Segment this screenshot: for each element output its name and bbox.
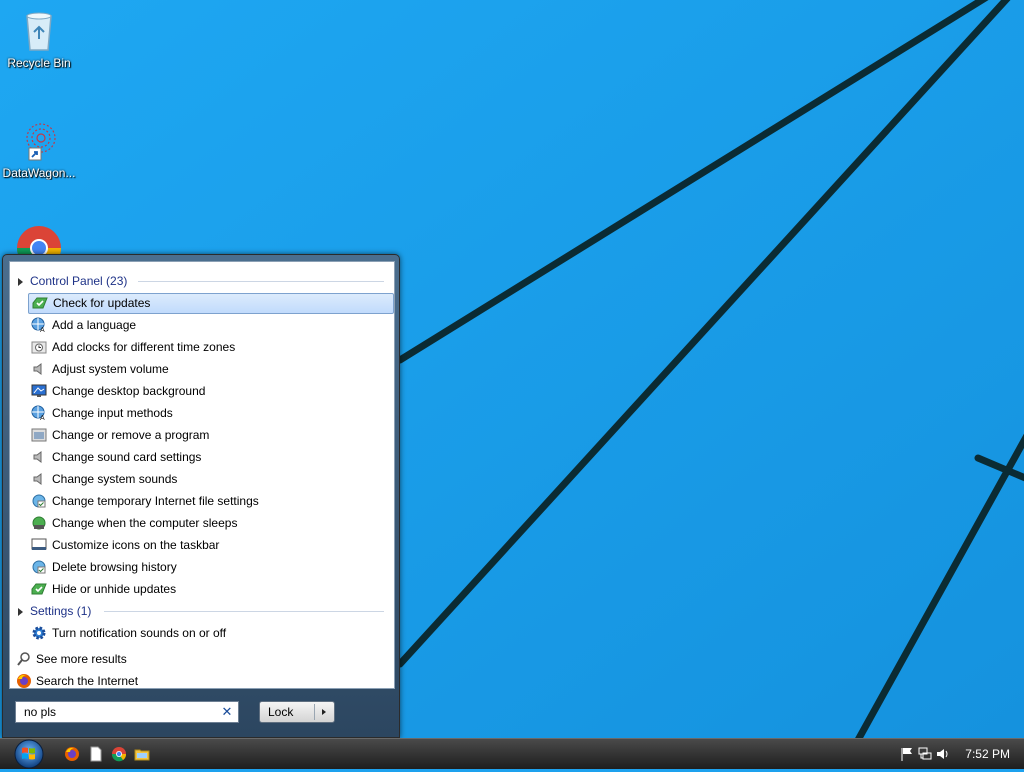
svg-text:A: A bbox=[40, 415, 45, 421]
result-change-or-remove-program[interactable]: Change or remove a program bbox=[28, 425, 392, 446]
notepad-icon[interactable] bbox=[88, 746, 104, 762]
result-check-for-updates[interactable]: Check for updates bbox=[28, 293, 394, 314]
see-more-label: See more results bbox=[36, 652, 127, 666]
result-notification-sounds[interactable]: Turn notification sounds on or off bbox=[28, 623, 392, 644]
action-center-flag-icon[interactable] bbox=[900, 747, 914, 761]
result-delete-browsing-history[interactable]: Delete browsing history bbox=[28, 557, 392, 578]
svg-text:A: A bbox=[40, 327, 45, 333]
start-menu: Control Panel (23) Check for updates A A… bbox=[2, 254, 400, 738]
lock-button[interactable]: Lock bbox=[259, 701, 335, 723]
speaker-icon bbox=[31, 471, 47, 487]
start-menu-bottom-bar: ✕ Lock bbox=[9, 691, 393, 735]
result-change-temp-internet-files[interactable]: Change temporary Internet file settings bbox=[28, 491, 392, 512]
explorer-icon[interactable] bbox=[134, 746, 150, 762]
result-label: Add a language bbox=[52, 318, 137, 332]
taskbar: 7:52 PM bbox=[0, 738, 1024, 769]
group-header-control-panel[interactable]: Control Panel (23) bbox=[18, 272, 388, 290]
desktop-icon-label: Recycle Bin bbox=[7, 56, 71, 70]
taskbar-clock[interactable]: 7:52 PM bbox=[965, 739, 1010, 769]
monitor-icon bbox=[31, 383, 47, 399]
result-change-desktop-background[interactable]: Change desktop background bbox=[28, 381, 392, 402]
result-adjust-volume[interactable]: Adjust system volume bbox=[28, 359, 392, 380]
firefox-icon[interactable] bbox=[64, 746, 80, 762]
result-label: Change desktop background bbox=[52, 384, 206, 398]
desktop-icon-label: DataWagon... bbox=[2, 166, 76, 180]
windows-orb-icon bbox=[14, 739, 44, 769]
windows-update-icon bbox=[31, 581, 47, 597]
language-globe-icon: A bbox=[31, 317, 47, 334]
network-icon[interactable] bbox=[918, 747, 932, 761]
divider bbox=[138, 281, 384, 282]
datawagon-desktop-icon[interactable]: DataWagon... bbox=[1, 116, 77, 180]
result-label: Adjust system volume bbox=[52, 362, 169, 376]
internet-options-icon bbox=[31, 559, 47, 575]
result-label: Change system sounds bbox=[52, 472, 178, 486]
programs-icon bbox=[31, 427, 47, 443]
taskbar-icon bbox=[31, 537, 47, 553]
speaker-icon bbox=[31, 449, 47, 465]
result-change-sleep[interactable]: Change when the computer sleeps bbox=[28, 513, 392, 534]
divider bbox=[104, 611, 384, 612]
result-customize-taskbar-icons[interactable]: Customize icons on the taskbar bbox=[28, 535, 392, 556]
result-label: Change sound card settings bbox=[52, 450, 202, 464]
group-header-settings[interactable]: Settings (1) bbox=[18, 602, 388, 620]
expand-arrow-icon bbox=[18, 277, 23, 286]
internet-options-icon bbox=[31, 493, 47, 509]
recycle-bin-desktop-icon[interactable]: Recycle Bin bbox=[1, 6, 77, 70]
result-change-sound-card[interactable]: Change sound card settings bbox=[28, 447, 392, 468]
result-change-system-sounds[interactable]: Change system sounds bbox=[28, 469, 392, 490]
see-more-results-link[interactable]: See more results bbox=[14, 649, 127, 669]
language-globe-icon: A bbox=[31, 405, 47, 422]
result-label: Change temporary Internet file settings bbox=[52, 494, 259, 508]
result-label: Delete browsing history bbox=[52, 560, 177, 574]
chrome-icon[interactable] bbox=[111, 746, 127, 762]
result-label: Change or remove a program bbox=[52, 428, 210, 442]
firefox-icon bbox=[16, 673, 32, 689]
clear-search-icon[interactable]: ✕ bbox=[220, 704, 234, 720]
search-icon bbox=[16, 651, 32, 667]
result-hide-unhide-updates[interactable]: Hide or unhide updates bbox=[28, 579, 392, 600]
search-input[interactable] bbox=[16, 702, 224, 722]
result-change-input-methods[interactable]: A Change input methods bbox=[28, 403, 392, 424]
result-add-clocks[interactable]: Add clocks for different time zones bbox=[28, 337, 392, 358]
result-label: Turn notification sounds on or off bbox=[52, 626, 227, 640]
windows-update-icon bbox=[32, 295, 48, 311]
result-label: Add clocks for different time zones bbox=[52, 340, 236, 354]
search-results-pane: Control Panel (23) Check for updates A A… bbox=[9, 261, 395, 689]
search-box: ✕ bbox=[15, 701, 239, 723]
search-the-internet-link[interactable]: Search the Internet bbox=[14, 671, 138, 691]
power-options-arrow-icon[interactable] bbox=[322, 709, 326, 715]
start-button[interactable] bbox=[8, 739, 50, 769]
expand-arrow-icon bbox=[18, 607, 23, 616]
datawagon-shortcut-icon bbox=[15, 116, 63, 164]
search-internet-label: Search the Internet bbox=[36, 674, 139, 688]
group-header-label: Control Panel (23) bbox=[30, 274, 128, 288]
result-label: Check for updates bbox=[53, 296, 151, 310]
result-label: Customize icons on the taskbar bbox=[52, 538, 220, 552]
divider bbox=[314, 704, 315, 720]
volume-icon[interactable] bbox=[936, 747, 950, 761]
power-options-icon bbox=[31, 515, 47, 531]
gear-icon bbox=[31, 625, 47, 641]
recycle-bin-icon bbox=[15, 6, 63, 54]
result-label: Change when the computer sleeps bbox=[52, 516, 238, 530]
group-header-label: Settings (1) bbox=[30, 604, 92, 618]
lock-button-label: Lock bbox=[268, 705, 294, 719]
result-label: Change input methods bbox=[52, 406, 173, 420]
speaker-icon bbox=[31, 361, 47, 377]
system-tray: 7:52 PM bbox=[894, 739, 1024, 769]
result-add-a-language[interactable]: A Add a language bbox=[28, 315, 392, 336]
clock-region-icon bbox=[31, 339, 47, 355]
result-label: Hide or unhide updates bbox=[52, 582, 177, 596]
